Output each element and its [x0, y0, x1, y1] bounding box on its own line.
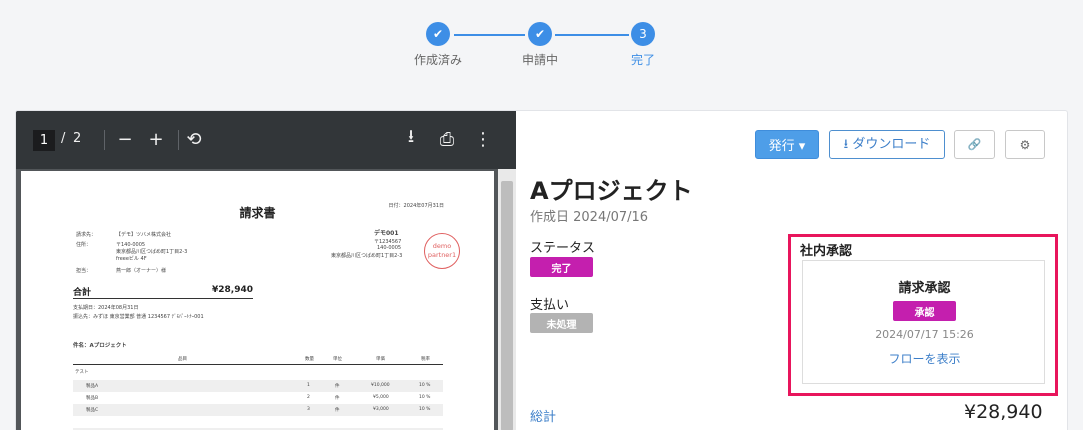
table-row: 製品C 3 件 ¥3,000 10 % — [73, 404, 443, 416]
approval-badge: 承認 — [893, 301, 956, 321]
doc-to-value: 【デモ】ツバメ株式会社 — [116, 232, 172, 238]
total-amount: ¥28,940 — [964, 401, 1043, 423]
show-flow-link[interactable]: フローを表示 — [803, 350, 1046, 367]
link-button[interactable]: 🔗 — [954, 130, 995, 159]
doc-addr-zip: 〒140-0005 — [116, 242, 146, 248]
payment-label: 支払い — [530, 298, 570, 313]
download-button[interactable]: ⭳ ダウンロード — [829, 130, 945, 159]
doc-addr-label: 住所： — [76, 242, 92, 248]
doc-issuer-code: 140-0005 — [377, 245, 402, 251]
publish-button[interactable]: 発行 ▾ — [755, 130, 819, 159]
project-title: Aプロジェクト — [530, 177, 693, 205]
table-row: 製品A 1 件 ¥10,000 10 % — [73, 380, 443, 392]
doc-total-row: 合計 ¥28,940 — [73, 285, 253, 299]
step-label: 作成済み — [413, 53, 462, 67]
zoom-in-icon[interactable]: + — [144, 127, 168, 151]
doc-to-label: 請求先： — [76, 232, 97, 238]
payment-badge: 未処理 — [530, 313, 593, 333]
doc-due: 支払期日：2024年08月31日 — [73, 305, 139, 311]
approval-heading: 社内承認 — [800, 244, 853, 259]
step-label: 申請中 — [521, 53, 558, 67]
doc-subject: 件名：Aプロジェクト — [73, 343, 127, 349]
approval-time: 2024/07/17 15:26 — [875, 328, 974, 341]
table-group-row: テスト — [75, 370, 89, 375]
page-separator: / — [61, 131, 66, 146]
created-date: 作成日 2024/07/16 — [530, 210, 649, 225]
page-number-input[interactable]: 1 — [33, 130, 55, 151]
zoom-out-icon[interactable]: − — [113, 127, 137, 151]
settings-button[interactable]: ⚙ — [1005, 130, 1045, 159]
check-icon: ✔ — [426, 22, 450, 46]
pdf-viewer: 1 / 2 − + ⟲ ⭳ ⎙ ⋮ 請求書 日付：2024年07月31日 請求先… — [16, 111, 516, 430]
download-icon[interactable]: ⭳ — [399, 126, 423, 151]
doc-date: 日付：2024年07月31日 — [388, 203, 444, 209]
pdf-page: 請求書 日付：2024年07月31日 請求先： 【デモ】ツバメ株式会社 住所： … — [21, 171, 494, 430]
pdf-scrollbar-thumb[interactable] — [501, 181, 513, 430]
step-applying: ✔ 申請中 — [500, 22, 580, 68]
doc-addr-line1: 東京都品川区つばめ町1丁目2-3 — [116, 249, 188, 255]
doc-bank: 振込先：みずほ 東京営業部 普通 1234567 ﾃﾞﾓﾊﾟｰﾄﾅｰ001 — [73, 314, 204, 320]
approval-box: 請求承認 承認 2024/07/17 15:26 フローを表示 — [802, 260, 1045, 384]
status-label: ステータス — [530, 241, 596, 256]
more-icon[interactable]: ⋮ — [471, 127, 495, 151]
step-number: 3 — [631, 22, 655, 46]
doc-issuer-addr: 東京都品川区つばめ町1丁目2-3 — [331, 253, 403, 259]
rotate-icon[interactable]: ⟲ — [182, 127, 206, 151]
print-icon[interactable]: ⎙ — [435, 127, 459, 151]
step-label: 完了 — [630, 53, 655, 67]
approval-name: 請求承認 — [898, 281, 951, 296]
link-icon: 🔗 — [967, 138, 982, 151]
step-complete: 3 完了 — [603, 22, 683, 68]
step-created: ✔ 作成済み — [398, 22, 478, 68]
table-row: 製品B 2 件 ¥5,000 10 % — [86, 395, 431, 401]
total-label[interactable]: 総計 — [530, 406, 556, 425]
doc-addr-line2: freeeビル 4F — [116, 256, 147, 262]
pdf-toolbar: 1 / 2 − + ⟲ ⭳ ⎙ ⋮ — [16, 111, 516, 169]
doc-person-label: 担当： — [76, 268, 92, 274]
toolbar-divider — [178, 130, 179, 150]
company-stamp: demo partner1 — [424, 233, 460, 269]
progress-stepper: ✔ 作成済み ✔ 申請中 3 完了 — [0, 0, 1083, 100]
check-icon: ✔ — [528, 22, 552, 46]
table-header-row: 品目 数量 単位 単価 税率 — [73, 353, 443, 365]
doc-issuer-name: デモ001 — [374, 230, 399, 237]
invoice-card: 1 / 2 − + ⟲ ⭳ ⎙ ⋮ 請求書 日付：2024年07月31日 請求先… — [15, 110, 1068, 430]
gear-icon: ⚙ — [1019, 137, 1031, 152]
table-row — [73, 416, 443, 428]
doc-person-value: 燕一郎（オーナー）様 — [116, 268, 167, 274]
page-total: 2 — [73, 131, 82, 146]
doc-issuer-zip: 〒1234567 — [374, 239, 402, 245]
toolbar-divider — [104, 130, 105, 150]
status-badge: 完了 — [530, 257, 593, 277]
